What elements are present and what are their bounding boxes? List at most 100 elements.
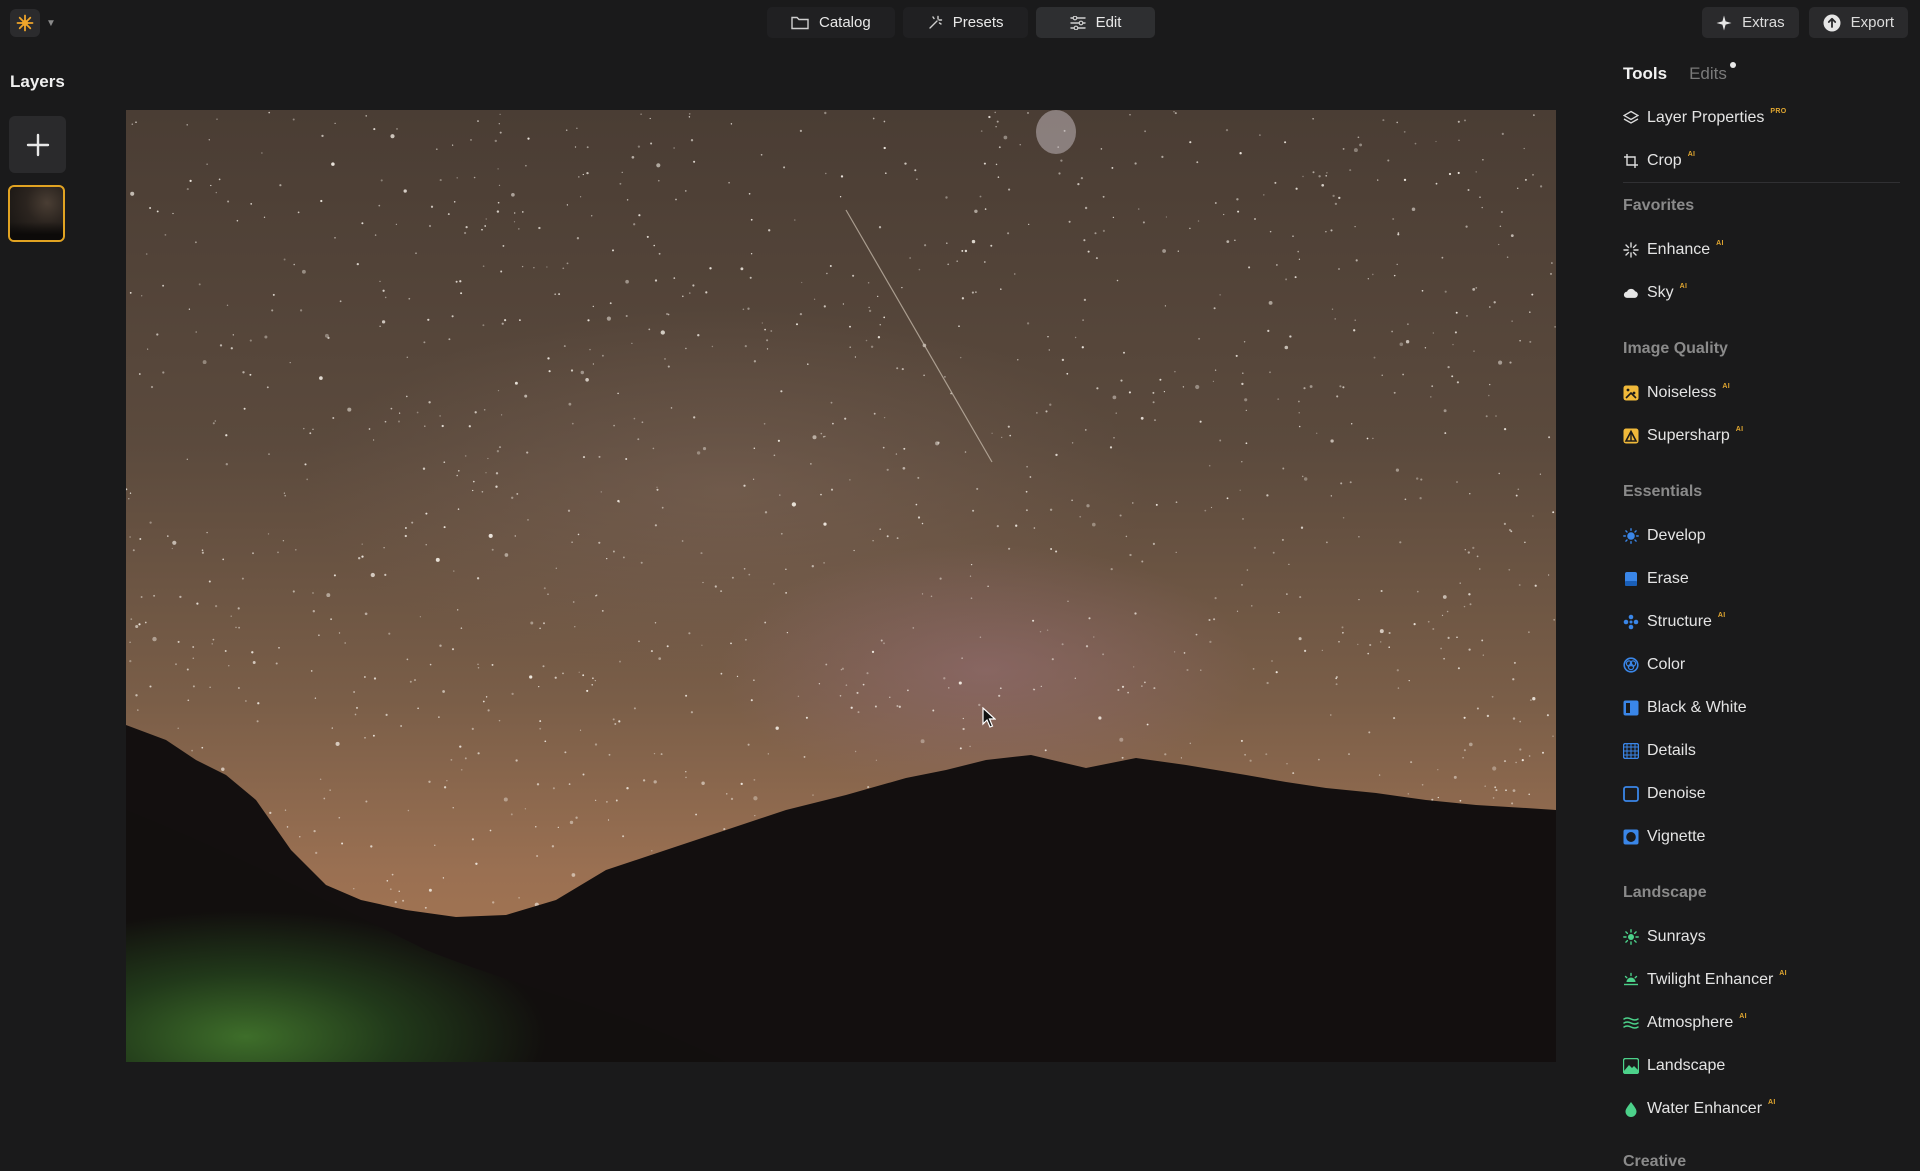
tool-details[interactable]: Details — [1623, 739, 1696, 763]
plus-icon — [26, 133, 49, 156]
extras-label: Extras — [1742, 14, 1785, 31]
tool-denoise[interactable]: Denoise — [1623, 782, 1706, 806]
app-menu-button[interactable]: ▼ — [10, 9, 56, 37]
twilight-icon — [1623, 972, 1639, 988]
top-bar: ▼ Catalog Presets Edit Extras Export — [0, 0, 1920, 46]
tool-color[interactable]: Color — [1623, 653, 1685, 677]
noiseless-icon — [1623, 385, 1639, 401]
export-button[interactable]: Export — [1808, 7, 1908, 38]
add-layer-button[interactable] — [9, 116, 66, 173]
mode-switcher: Catalog Presets Edit — [767, 7, 1156, 38]
black-white-icon — [1623, 700, 1639, 716]
sunrays-icon — [1623, 929, 1639, 945]
section-essentials: Essentials — [1623, 483, 1703, 500]
cloud-icon — [1623, 285, 1639, 301]
sparkle-icon — [929, 15, 942, 29]
top-right-actions: Extras Export — [1702, 7, 1908, 38]
section-landscape: Landscape — [1623, 884, 1707, 901]
tool-erase[interactable]: Erase — [1623, 567, 1689, 591]
tool-label: Water Enhancer — [1647, 1100, 1763, 1117]
tool-label: Sky — [1647, 284, 1674, 301]
layers-title: Layers — [10, 72, 65, 91]
section-creative: Creative — [1623, 1153, 1687, 1170]
eraser-icon — [1623, 571, 1639, 587]
supersharp-icon — [1623, 428, 1639, 444]
ai-badge: AI — [1687, 151, 1696, 158]
tool-sunrays[interactable]: Sunrays — [1623, 925, 1706, 949]
presets-button[interactable]: Presets — [902, 7, 1028, 38]
tool-atmosphere[interactable]: Atmosphere AI — [1623, 1011, 1747, 1035]
catalog-button[interactable]: Catalog — [767, 7, 895, 38]
panel-divider — [1623, 182, 1900, 183]
sliders-icon — [1069, 15, 1086, 30]
export-upload-icon — [1823, 14, 1841, 31]
edit-button[interactable]: Edit — [1035, 7, 1156, 38]
app-logo-icon — [10, 9, 40, 37]
color-icon — [1623, 657, 1639, 673]
tool-vignette[interactable]: Vignette — [1623, 825, 1705, 849]
presets-label: Presets — [952, 14, 1004, 31]
tool-develop[interactable]: Develop — [1623, 524, 1706, 548]
tool-label: Noiseless — [1647, 384, 1717, 401]
ai-badge: AI — [1716, 240, 1724, 247]
star-sparkle-icon — [1716, 15, 1732, 30]
ai-badge: AI — [1768, 1099, 1776, 1106]
ai-badge: AI — [1739, 1013, 1747, 1020]
tool-label: Erase — [1647, 570, 1689, 587]
tool-label: Structure — [1647, 613, 1712, 630]
tool-water-enhancer[interactable]: Water Enhancer AI — [1623, 1097, 1776, 1121]
ai-badge: AI — [1679, 283, 1688, 290]
tool-label: Landscape — [1647, 1057, 1726, 1074]
tool-label: Details — [1647, 742, 1696, 759]
tab-edits-label: Edits — [1689, 64, 1727, 83]
ai-badge: AI — [1779, 970, 1787, 977]
details-icon — [1623, 743, 1639, 759]
tab-edits[interactable]: Edits — [1689, 62, 1736, 84]
tool-noiseless[interactable]: Noiseless AI — [1623, 381, 1730, 405]
unsaved-dot-icon — [1729, 62, 1736, 68]
water-drop-icon — [1623, 1101, 1639, 1117]
tool-black-white[interactable]: Black & White — [1623, 696, 1747, 720]
panel-tabs: Tools Edits — [1623, 62, 1736, 84]
atmosphere-icon — [1623, 1015, 1639, 1031]
ai-badge: AI — [1722, 383, 1730, 390]
layer-thumbnail[interactable] — [8, 185, 65, 242]
chevron-down-icon: ▼ — [46, 17, 56, 29]
tool-enhance[interactable]: Enhance AI — [1623, 238, 1724, 262]
folder-icon — [791, 16, 809, 30]
denoise-icon — [1623, 786, 1639, 802]
landscape-icon — [1623, 1058, 1639, 1074]
tool-structure[interactable]: Structure AI — [1623, 610, 1726, 634]
tool-label: Enhance — [1647, 241, 1711, 258]
tool-label: Layer Properties — [1647, 109, 1765, 126]
tool-label: Crop — [1647, 152, 1682, 169]
tab-tools[interactable]: Tools — [1623, 64, 1667, 84]
structure-icon — [1623, 614, 1639, 630]
pro-badge: PRO — [1770, 108, 1787, 115]
enhance-sparkle-icon — [1623, 242, 1639, 258]
tool-supersharp[interactable]: Supersharp AI — [1623, 424, 1743, 448]
catalog-label: Catalog — [819, 14, 871, 31]
extras-button[interactable]: Extras — [1702, 7, 1799, 38]
tool-twilight-enhancer[interactable]: Twilight Enhancer AI — [1623, 968, 1787, 992]
section-image-quality: Image Quality — [1623, 340, 1728, 357]
ai-badge: AI — [1717, 612, 1726, 619]
crop-icon — [1623, 153, 1639, 169]
tool-label: Vignette — [1647, 828, 1706, 845]
tool-label: Denoise — [1647, 785, 1706, 802]
export-label: Export — [1850, 14, 1894, 31]
tool-landscape[interactable]: Landscape — [1623, 1054, 1725, 1078]
tool-label: Supersharp — [1647, 427, 1730, 444]
photo-canvas[interactable] — [126, 110, 1556, 1062]
tool-label: Atmosphere — [1647, 1014, 1734, 1031]
tool-sky[interactable]: Sky AI — [1623, 281, 1687, 305]
ai-badge: AI — [1735, 426, 1744, 433]
tool-label: Black & White — [1647, 699, 1747, 716]
section-favorites: Favorites — [1623, 197, 1695, 214]
tool-layer-properties[interactable]: Layer Properties PRO — [1623, 106, 1786, 130]
develop-sun-icon — [1623, 528, 1639, 544]
layers-stack-icon — [1623, 110, 1639, 126]
mouse-cursor-icon — [982, 707, 996, 728]
mountain-silhouette — [126, 725, 1556, 1062]
tool-crop[interactable]: Crop AI — [1623, 149, 1695, 173]
